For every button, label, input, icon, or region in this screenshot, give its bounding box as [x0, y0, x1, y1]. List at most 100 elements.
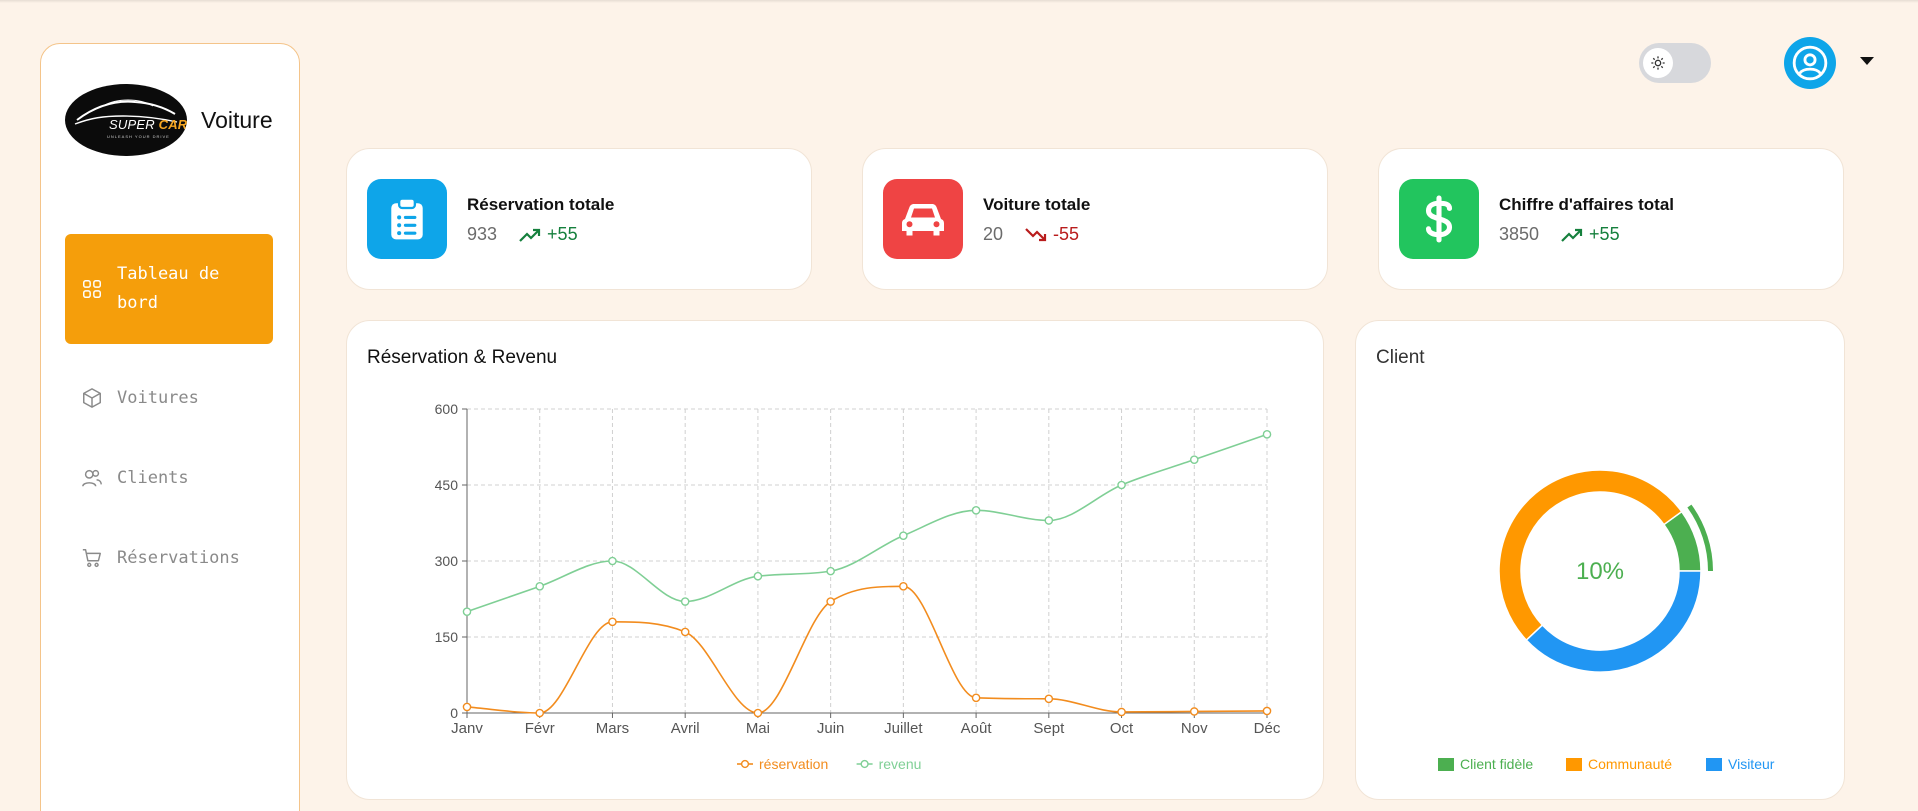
x-tick-label: Oct [1110, 720, 1134, 737]
brand[interactable]: SUPER CAR UNLEASH YOUR DRIVE Voiture [65, 84, 273, 156]
sun-icon [1651, 56, 1665, 70]
y-tick-label: 150 [435, 629, 459, 645]
avatar[interactable] [1784, 37, 1836, 89]
data-point[interactable] [680, 627, 690, 637]
data-point[interactable] [1044, 516, 1054, 525]
brand-name: Voiture [201, 106, 273, 133]
car-icon [902, 204, 944, 236]
data-point[interactable] [535, 708, 545, 718]
legend-item[interactable]: Communauté [1566, 756, 1672, 772]
client-card: Client 10% Client fidèle Communauté Visiteu… [1355, 320, 1845, 800]
data-point[interactable] [826, 566, 835, 576]
cart-icon [82, 549, 101, 568]
legend-swatch [1566, 758, 1582, 771]
sidebar-item-clients[interactable]: Clients [65, 448, 273, 508]
legend-swatch [1438, 758, 1454, 771]
stat-delta-text: -55 [1053, 224, 1080, 244]
data-point[interactable] [1262, 706, 1272, 716]
legend-label: réservation [759, 756, 828, 772]
trend-down-icon [1025, 227, 1047, 241]
x-tick-label: Mars [596, 720, 629, 737]
legend-item[interactable]: Client fidèle [1438, 756, 1533, 772]
sidebar-item-voitures[interactable]: Voitures [65, 368, 273, 428]
stat-row: 3850 +55 [1499, 224, 1620, 245]
series-line-reservation [466, 585, 1268, 714]
reservation-revenue-card: Réservation & Revenu 0 150 300 450 600 Janv Fé… [346, 320, 1324, 800]
stat-title: Réservation totale [467, 195, 615, 214]
legend-label: revenu [879, 756, 922, 772]
donut-slice[interactable] [1525, 570, 1702, 673]
data-point[interactable] [826, 597, 835, 606]
sidebar-nav: Tableau de bord Voitures Clients Réserva… [65, 234, 273, 608]
stat-row: 933 +55 [467, 224, 578, 245]
data-point[interactable] [899, 531, 908, 540]
x-tick-label: Mai [746, 720, 770, 737]
top-edge [0, 0, 1918, 3]
stat-row: 20 -55 [983, 224, 1079, 245]
data-point[interactable] [971, 506, 981, 515]
legend-item-reservation[interactable]: réservation [737, 756, 828, 772]
theme-toggle[interactable] [1639, 43, 1711, 83]
data-point[interactable] [462, 702, 472, 712]
data-point[interactable] [753, 571, 763, 581]
stat-delta-text: +55 [547, 224, 578, 244]
logo-text: SUPER CAR [109, 117, 187, 132]
stat-delta: -55 [1025, 224, 1079, 245]
y-tick-label: 450 [435, 477, 459, 493]
data-point[interactable] [1117, 480, 1126, 490]
stat-title: Voiture totale [983, 195, 1091, 214]
dollar-icon [1425, 195, 1453, 243]
sidebar: SUPER CAR UNLEASH YOUR DRIVE Voiture Tab… [40, 43, 300, 811]
data-point[interactable] [535, 582, 545, 591]
x-tick-label: Janv [451, 720, 483, 737]
stat-delta: +55 [1561, 224, 1620, 245]
sidebar-item-reservations[interactable]: Réservations [65, 528, 273, 588]
stat-card-revenue: Chiffre d'affaires total 3850 +55 [1378, 148, 1844, 290]
data-point[interactable] [971, 693, 981, 703]
legend-label: Communauté [1588, 756, 1672, 772]
data-point[interactable] [1189, 707, 1199, 716]
legend-item[interactable]: Visiteur [1706, 756, 1775, 772]
line-chart[interactable]: 0 150 300 450 600 Janv Févr Mars Avril Mai Juin Jui… [347, 321, 1323, 799]
data-point[interactable] [1117, 707, 1126, 717]
stat-value: 933 [467, 224, 498, 244]
stat-title: Chiffre d'affaires total [1499, 195, 1675, 214]
x-tick-label: Nov [1181, 720, 1208, 737]
stat-delta: +55 [519, 224, 578, 245]
caret-down-icon[interactable] [1860, 57, 1874, 65]
legend-label: Visiteur [1728, 756, 1775, 772]
user-circle-icon [1792, 45, 1828, 81]
clipboard-list-icon [391, 197, 423, 240]
users-icon [82, 469, 102, 487]
stat-badge [883, 179, 963, 259]
data-point[interactable] [608, 556, 617, 566]
data-point[interactable] [462, 607, 472, 616]
donut-chart[interactable]: 10% Client fidèle Communauté Visiteur [1356, 321, 1844, 799]
sidebar-item-label: Clients [117, 467, 189, 488]
y-tick-label: 300 [435, 553, 459, 569]
legend-item-revenu[interactable]: revenu [856, 756, 922, 772]
legend-label: Client fidèle [1460, 756, 1533, 772]
sidebar-item-dashboard[interactable]: Tableau de bord [65, 234, 273, 344]
data-point[interactable] [753, 708, 763, 718]
stat-value: 3850 [1499, 224, 1540, 244]
x-tick-label: Déc [1254, 720, 1281, 737]
series-line-revenu [466, 433, 1268, 613]
data-point[interactable] [680, 597, 690, 606]
x-tick-label: Sept [1033, 720, 1065, 737]
stat-value: 20 [983, 224, 1004, 244]
toggle-knob [1643, 48, 1673, 78]
data-point[interactable] [608, 617, 617, 627]
data-point[interactable] [899, 582, 908, 591]
data-point[interactable] [1044, 694, 1054, 704]
grid-icon [83, 280, 101, 298]
data-point[interactable] [1262, 430, 1272, 439]
cube-icon [83, 388, 101, 408]
donut-slice[interactable] [1498, 469, 1683, 642]
sidebar-item-label: Tableau de bord [117, 264, 220, 313]
y-tick-label: 0 [450, 705, 458, 721]
x-tick-label: Févr [525, 720, 555, 737]
trend-up-icon [1561, 228, 1583, 242]
donut-center-label: 10% [1576, 558, 1624, 585]
data-point[interactable] [1189, 455, 1199, 464]
